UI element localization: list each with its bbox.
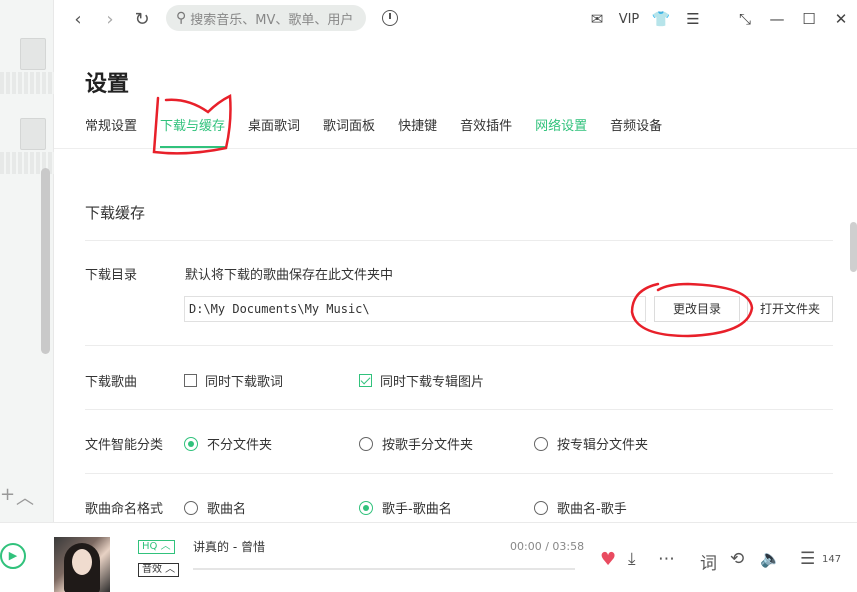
loop-icon[interactable]: ⟲: [730, 549, 744, 569]
mail-icon[interactable]: ✉: [581, 10, 613, 28]
radio-circle: [359, 500, 373, 515]
tab-lyrics-panel[interactable]: 歌词面板: [323, 118, 375, 148]
checkbox-box: [359, 374, 372, 387]
minimize-icon[interactable]: —: [761, 10, 793, 28]
divider: [85, 409, 833, 410]
tab-audio-device[interactable]: 音频设备: [610, 118, 662, 148]
album-folder-radio[interactable]: 按专辑分文件夹: [534, 434, 648, 453]
player-bar: ▶ HQ ︿ 音效 ︿ 讲真的 - 曾惜 00:00 / 03:58 ♥ ⤓ ⋯…: [0, 522, 857, 592]
download-dir-description: 默认将下载的歌曲保存在此文件夹中: [185, 268, 394, 283]
radio-label: 按专辑分文件夹: [557, 438, 649, 453]
search-icon: ⚲: [176, 10, 187, 26]
download-icon[interactable]: ⤓: [628, 549, 636, 569]
smart-folder-label: 文件智能分类: [85, 438, 164, 453]
sidebar-scrollbar[interactable]: [41, 168, 50, 354]
maximize-icon[interactable]: ☐: [793, 10, 825, 28]
search-input[interactable]: ⚲ 搜索音乐、MV、歌单、用户: [166, 5, 366, 31]
back-icon[interactable]: ‹: [62, 9, 94, 30]
tab-sound-plugins[interactable]: 音效插件: [460, 118, 512, 148]
download-lyrics-checkbox[interactable]: 同时下载歌词: [184, 371, 283, 390]
song-artist-radio[interactable]: 歌曲名-歌手: [534, 498, 627, 517]
divider: [85, 473, 833, 474]
play-time: 00:00 / 03:58: [510, 540, 585, 553]
vip-button[interactable]: VIP: [613, 12, 645, 27]
radio-circle: [534, 436, 548, 451]
playlist-icon[interactable]: ☰: [800, 549, 815, 569]
divider: [85, 240, 833, 241]
checkbox-label: 同时下载歌词: [205, 375, 284, 390]
radio-circle: [184, 436, 198, 451]
artist-song-radio[interactable]: 歌手-歌曲名: [359, 498, 452, 517]
section-title: 下载缓存: [85, 204, 146, 222]
tab-download-cache[interactable]: 下载与缓存: [160, 118, 226, 148]
album-cover[interactable]: [54, 537, 110, 592]
settings-tabs: 常规设置 下载与缓存 桌面歌词 歌词面板 快捷键 音效插件 网络设置 音频设备: [85, 118, 685, 148]
progress-bar[interactable]: [193, 568, 575, 570]
divider: [85, 345, 833, 346]
tab-network[interactable]: 网络设置: [535, 118, 587, 148]
playlist-count: 147: [822, 554, 842, 565]
quality-badge[interactable]: HQ ︿: [138, 540, 175, 554]
close-icon[interactable]: ✕: [825, 10, 857, 28]
song-name-radio[interactable]: 歌曲名: [184, 498, 246, 517]
radio-circle: [359, 436, 373, 451]
volume-icon[interactable]: 🔈: [760, 549, 781, 569]
mini-mode-icon[interactable]: ⤡: [729, 10, 761, 28]
radio-label: 歌手-歌曲名: [382, 502, 452, 517]
desktop-file-icon: [20, 38, 46, 70]
download-album-art-checkbox[interactable]: 同时下载专辑图片: [359, 371, 484, 390]
plus-icon[interactable]: +: [0, 484, 15, 505]
tab-shortcuts[interactable]: 快捷键: [398, 118, 437, 148]
checkbox-label: 同时下载专辑图片: [380, 375, 485, 390]
song-title[interactable]: 讲真的 - 曾惜: [193, 538, 265, 555]
radio-label: 按歌手分文件夹: [382, 438, 474, 453]
radio-circle: [184, 500, 198, 515]
menu-icon[interactable]: ☰: [677, 10, 709, 28]
page-title: 设置: [85, 72, 130, 97]
download-song-label: 下载歌曲: [85, 375, 138, 390]
desktop-file-icon: [20, 118, 46, 150]
download-path-field[interactable]: D:\My Documents\My Music\: [184, 296, 646, 322]
radio-label: 歌曲名: [207, 502, 247, 517]
left-strip: + ︿: [0, 0, 54, 522]
download-dir-label: 下载目录: [85, 268, 138, 283]
chevron-up-icon[interactable]: ︿: [16, 484, 34, 510]
header-divider: [54, 148, 857, 149]
window-controls: ✉ VIP 👕 ☰ ⤡ — ☐ ✕: [581, 0, 857, 38]
content-scrollbar[interactable]: [850, 222, 857, 272]
radio-label: 不分文件夹: [207, 438, 273, 453]
refresh-icon[interactable]: ↻: [126, 9, 158, 30]
naming-format-label: 歌曲命名格式: [85, 502, 164, 517]
comment-icon[interactable]: ⋯: [658, 549, 675, 569]
heart-icon[interactable]: ♥: [600, 549, 616, 570]
search-placeholder: 搜索音乐、MV、歌单、用户: [190, 12, 354, 28]
lyrics-icon[interactable]: 词: [700, 549, 717, 574]
no-folder-radio[interactable]: 不分文件夹: [184, 434, 272, 453]
sound-effect-badge[interactable]: 音效 ︿: [138, 563, 180, 577]
desktop-file-label: [0, 72, 54, 94]
radio-label: 歌曲名-歌手: [557, 502, 627, 517]
artist-folder-radio[interactable]: 按歌手分文件夹: [359, 434, 473, 453]
forward-icon[interactable]: ›: [94, 9, 126, 30]
radio-circle: [534, 500, 548, 515]
checkbox-box: [184, 374, 197, 387]
history-icon[interactable]: [382, 10, 398, 26]
change-directory-button[interactable]: 更改目录: [654, 296, 740, 322]
tab-desktop-lyrics[interactable]: 桌面歌词: [248, 118, 300, 148]
open-folder-button[interactable]: 打开文件夹: [747, 296, 833, 322]
play-next-icon[interactable]: ▶: [0, 543, 26, 569]
skin-icon[interactable]: 👕: [645, 10, 677, 28]
tab-general[interactable]: 常规设置: [85, 118, 137, 148]
